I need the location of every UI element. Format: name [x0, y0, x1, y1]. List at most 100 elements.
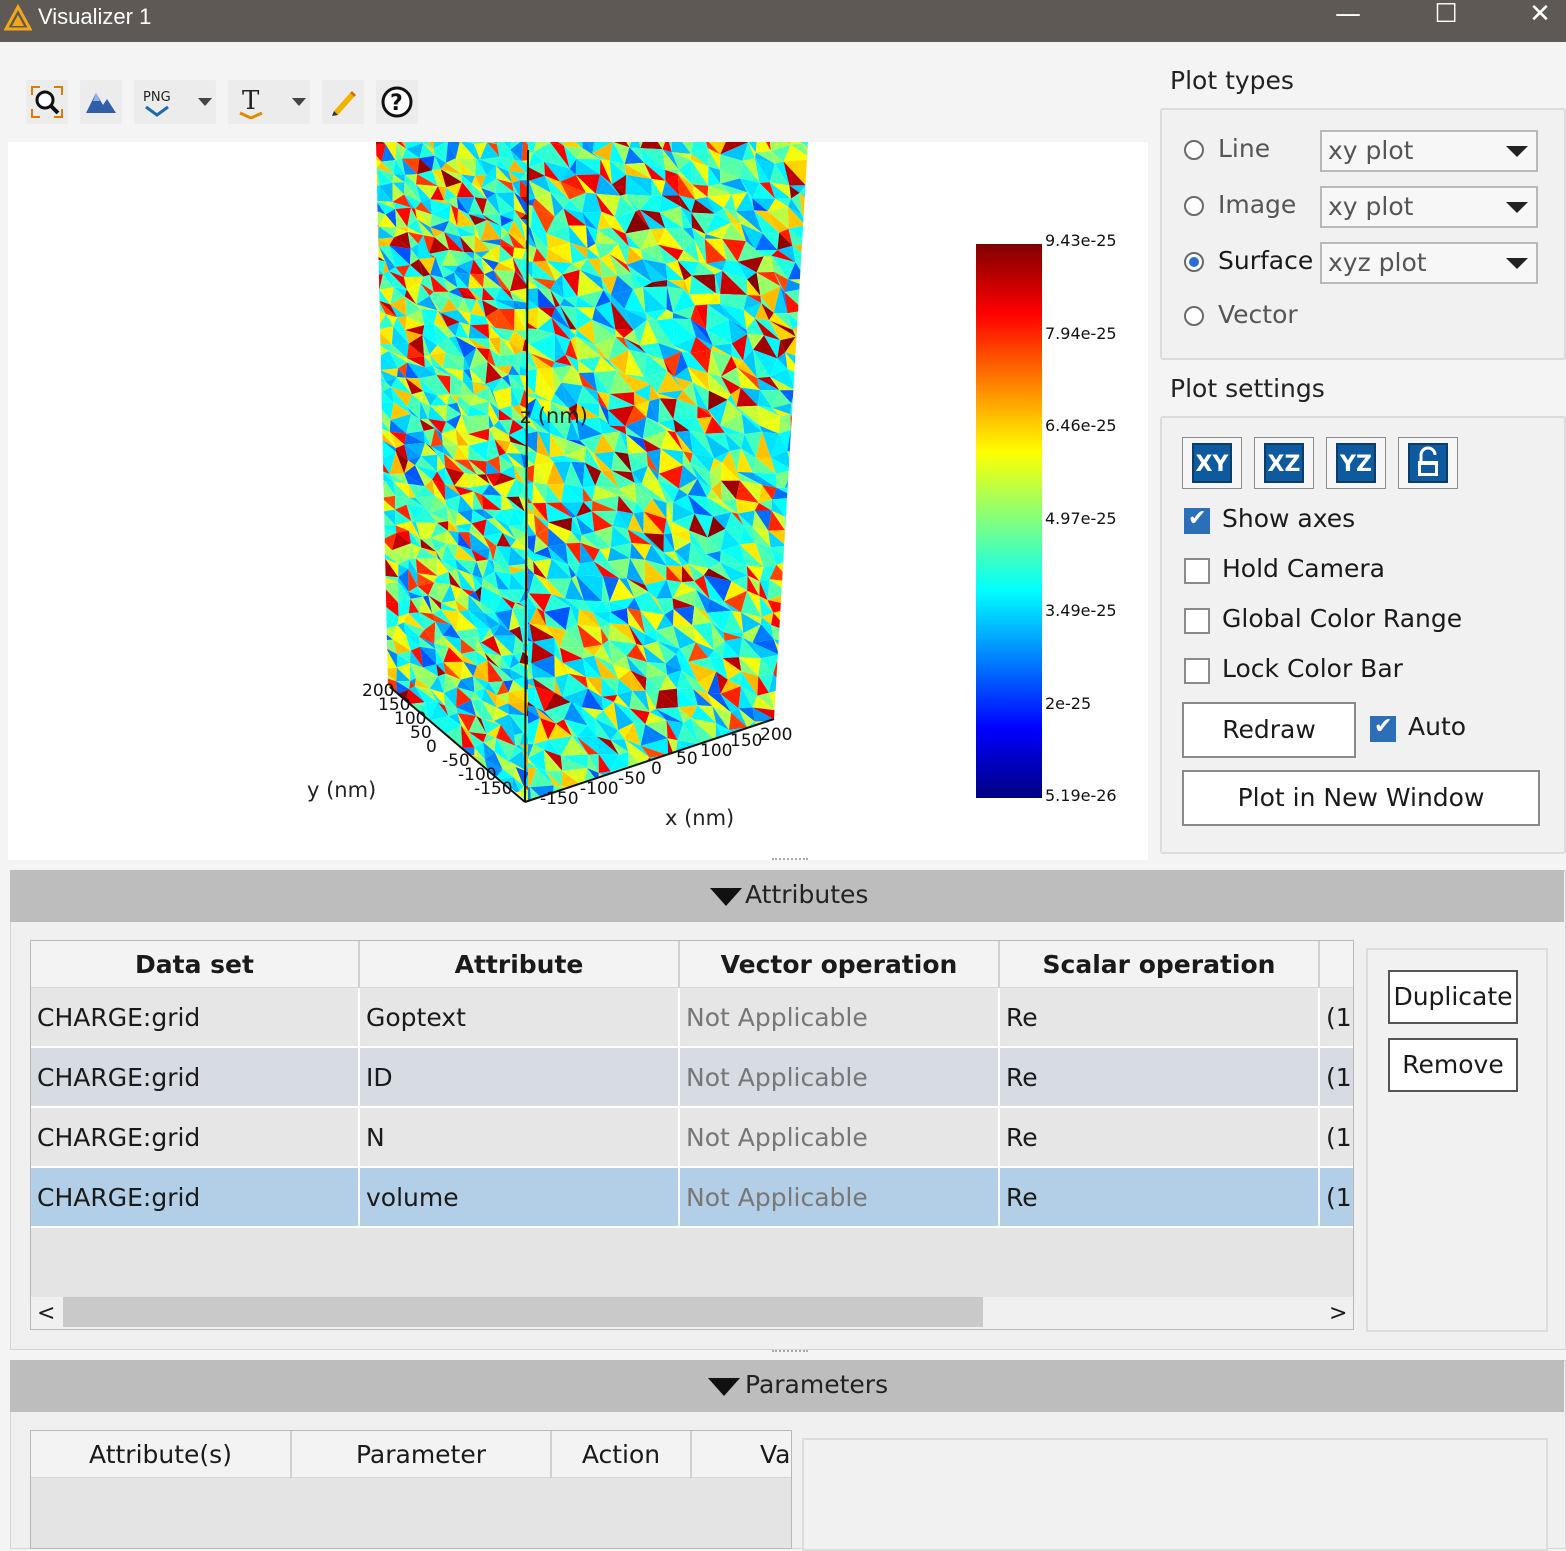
help-button[interactable]: ? — [376, 80, 418, 124]
column-header-scalar-operation[interactable]: Scalar operation — [999, 941, 1319, 988]
table-row[interactable]: CHARGE:grid Goptext Not Applicable Re (1… — [31, 988, 1354, 1048]
cell-dataset[interactable]: CHARGE:grid — [31, 1167, 359, 1227]
radio-image[interactable] — [1184, 196, 1204, 216]
attributes-header[interactable]: Attributes — [10, 870, 1564, 922]
parameters-table[interactable]: Attribute(s) Parameter Action Va — [30, 1430, 792, 1549]
view-xz-button[interactable]: XZ — [1254, 437, 1314, 489]
cell-vector-operation[interactable]: Not Applicable — [679, 1047, 999, 1107]
surface-facet — [416, 808, 434, 826]
image-type-select[interactable]: xy plot — [1320, 186, 1538, 228]
close-button[interactable]: ✕ — [1510, 0, 1566, 32]
auto-checkbox[interactable] — [1370, 716, 1396, 742]
table-row[interactable]: CHARGE:grid ID Not Applicable Re (1( — [31, 1047, 1354, 1107]
column-header-action[interactable]: Action — [551, 1431, 691, 1478]
lock-color-bar-checkbox[interactable] — [1184, 658, 1210, 684]
cell-scalar-operation[interactable]: Re — [999, 1107, 1319, 1167]
global-color-range-checkbox[interactable] — [1184, 608, 1210, 634]
column-header-attribute[interactable]: Attribute — [359, 941, 679, 988]
surface-facet — [378, 743, 391, 759]
surface-type-select[interactable]: xyz plot — [1320, 242, 1538, 284]
surface-facet — [811, 259, 823, 282]
surface-facet — [802, 814, 828, 840]
surface-facet — [438, 782, 444, 800]
cell-attribute[interactable]: Goptext — [359, 988, 679, 1048]
attributes-table[interactable]: Data set Attribute Vector operation Scal… — [30, 940, 1354, 1330]
scrollbar-thumb[interactable] — [63, 1297, 983, 1327]
surface-facet — [806, 354, 825, 374]
table-row-selected[interactable]: CHARGE:grid volume Not Applicable Re (1( — [31, 1167, 1354, 1227]
surface-facet — [402, 752, 419, 769]
minimize-button[interactable]: — — [1318, 0, 1378, 32]
column-header-parameter[interactable]: Parameter — [291, 1431, 551, 1478]
splitter-handle[interactable] — [772, 1350, 808, 1356]
cell-scalar-operation[interactable]: Re — [999, 1047, 1319, 1107]
redraw-button[interactable]: Redraw — [1182, 702, 1356, 758]
cell-extra[interactable]: (1( — [1319, 1047, 1354, 1107]
surface-facet — [802, 382, 821, 410]
column-header-vector-operation[interactable]: Vector operation — [679, 941, 999, 988]
surface-facet — [825, 354, 837, 377]
column-header-attributes[interactable]: Attribute(s) — [31, 1431, 291, 1478]
cell-vector-operation[interactable]: Not Applicable — [679, 988, 999, 1048]
splitter-handle[interactable] — [772, 858, 808, 864]
surface-view-button[interactable] — [80, 80, 122, 124]
cell-vector-operation[interactable]: Not Applicable — [679, 1107, 999, 1167]
x-tick-label: 200 — [760, 725, 792, 745]
cell-extra[interactable]: (1( — [1319, 1107, 1354, 1167]
surface-facet — [707, 770, 731, 794]
cell-dataset[interactable]: CHARGE:grid — [31, 1047, 359, 1107]
cell-dataset[interactable]: CHARGE:grid — [31, 988, 359, 1048]
surface-facet — [729, 778, 743, 792]
cell-attribute[interactable]: ID — [359, 1047, 679, 1107]
annotate-button[interactable] — [322, 80, 364, 124]
column-header-dataset[interactable]: Data set — [31, 941, 359, 988]
column-header-extra[interactable] — [1319, 941, 1354, 988]
cell-extra[interactable]: (1( — [1319, 988, 1354, 1048]
cell-scalar-operation[interactable]: Re — [999, 1167, 1319, 1227]
chevron-down-icon — [1506, 258, 1528, 269]
duplicate-button[interactable]: Duplicate — [1388, 970, 1518, 1024]
parameters-header[interactable]: Parameters — [10, 1360, 1564, 1412]
surface-facet — [444, 772, 458, 786]
radio-line[interactable] — [1184, 140, 1204, 160]
remove-button[interactable]: Remove — [1388, 1038, 1518, 1092]
surface-facet — [741, 818, 754, 836]
chevron-down-icon[interactable] — [198, 98, 212, 106]
zoom-button[interactable] — [26, 80, 68, 124]
plot-new-window-button[interactable]: Plot in New Window — [1182, 770, 1540, 826]
cell-dataset[interactable]: CHARGE:grid — [31, 1107, 359, 1167]
surface-facet — [519, 816, 535, 838]
cell-attribute[interactable]: N — [359, 1107, 679, 1167]
line-type-select[interactable]: xy plot — [1320, 130, 1538, 172]
plot-canvas[interactable]: 200150100500-50-100-150 -150-100-5005010… — [8, 142, 1148, 860]
surface-facet — [801, 671, 828, 696]
radio-surface[interactable] — [1184, 252, 1204, 272]
surface-facet — [802, 689, 818, 709]
surface-facet — [629, 816, 648, 836]
cell-extra[interactable]: (1( — [1319, 1167, 1354, 1227]
view-xy-button[interactable]: XY — [1182, 437, 1242, 489]
surface-facet — [410, 745, 421, 752]
horizontal-scrollbar[interactable]: < > — [31, 1297, 1353, 1329]
radio-vector[interactable] — [1184, 306, 1204, 326]
cell-vector-operation[interactable]: Not Applicable — [679, 1167, 999, 1227]
cell-scalar-operation[interactable]: Re — [999, 988, 1319, 1048]
surface-facet — [836, 410, 849, 427]
surface-facet — [800, 311, 826, 324]
surface-plot[interactable]: 200150100500-50-100-150 -150-100-5005010… — [8, 142, 1148, 860]
text-tool-button[interactable]: T — [228, 80, 310, 124]
surface-facet — [768, 772, 789, 791]
hold-camera-checkbox[interactable] — [1184, 558, 1210, 584]
surface-facet — [804, 337, 824, 355]
table-row[interactable]: CHARGE:grid N Not Applicable Re (1( — [31, 1107, 1354, 1167]
png-export-button[interactable]: PNG — [134, 80, 216, 124]
cell-attribute[interactable]: volume — [359, 1167, 679, 1227]
scroll-right-icon[interactable]: > — [1329, 1301, 1347, 1326]
scroll-left-icon[interactable]: < — [37, 1301, 55, 1326]
view-yz-button[interactable]: YZ — [1326, 437, 1386, 489]
column-header-value[interactable]: Va — [691, 1431, 792, 1478]
lock-view-button[interactable] — [1398, 437, 1458, 489]
chevron-down-icon[interactable] — [292, 98, 306, 106]
show-axes-checkbox[interactable] — [1184, 508, 1210, 534]
maximize-button[interactable]: ☐ — [1416, 0, 1476, 32]
